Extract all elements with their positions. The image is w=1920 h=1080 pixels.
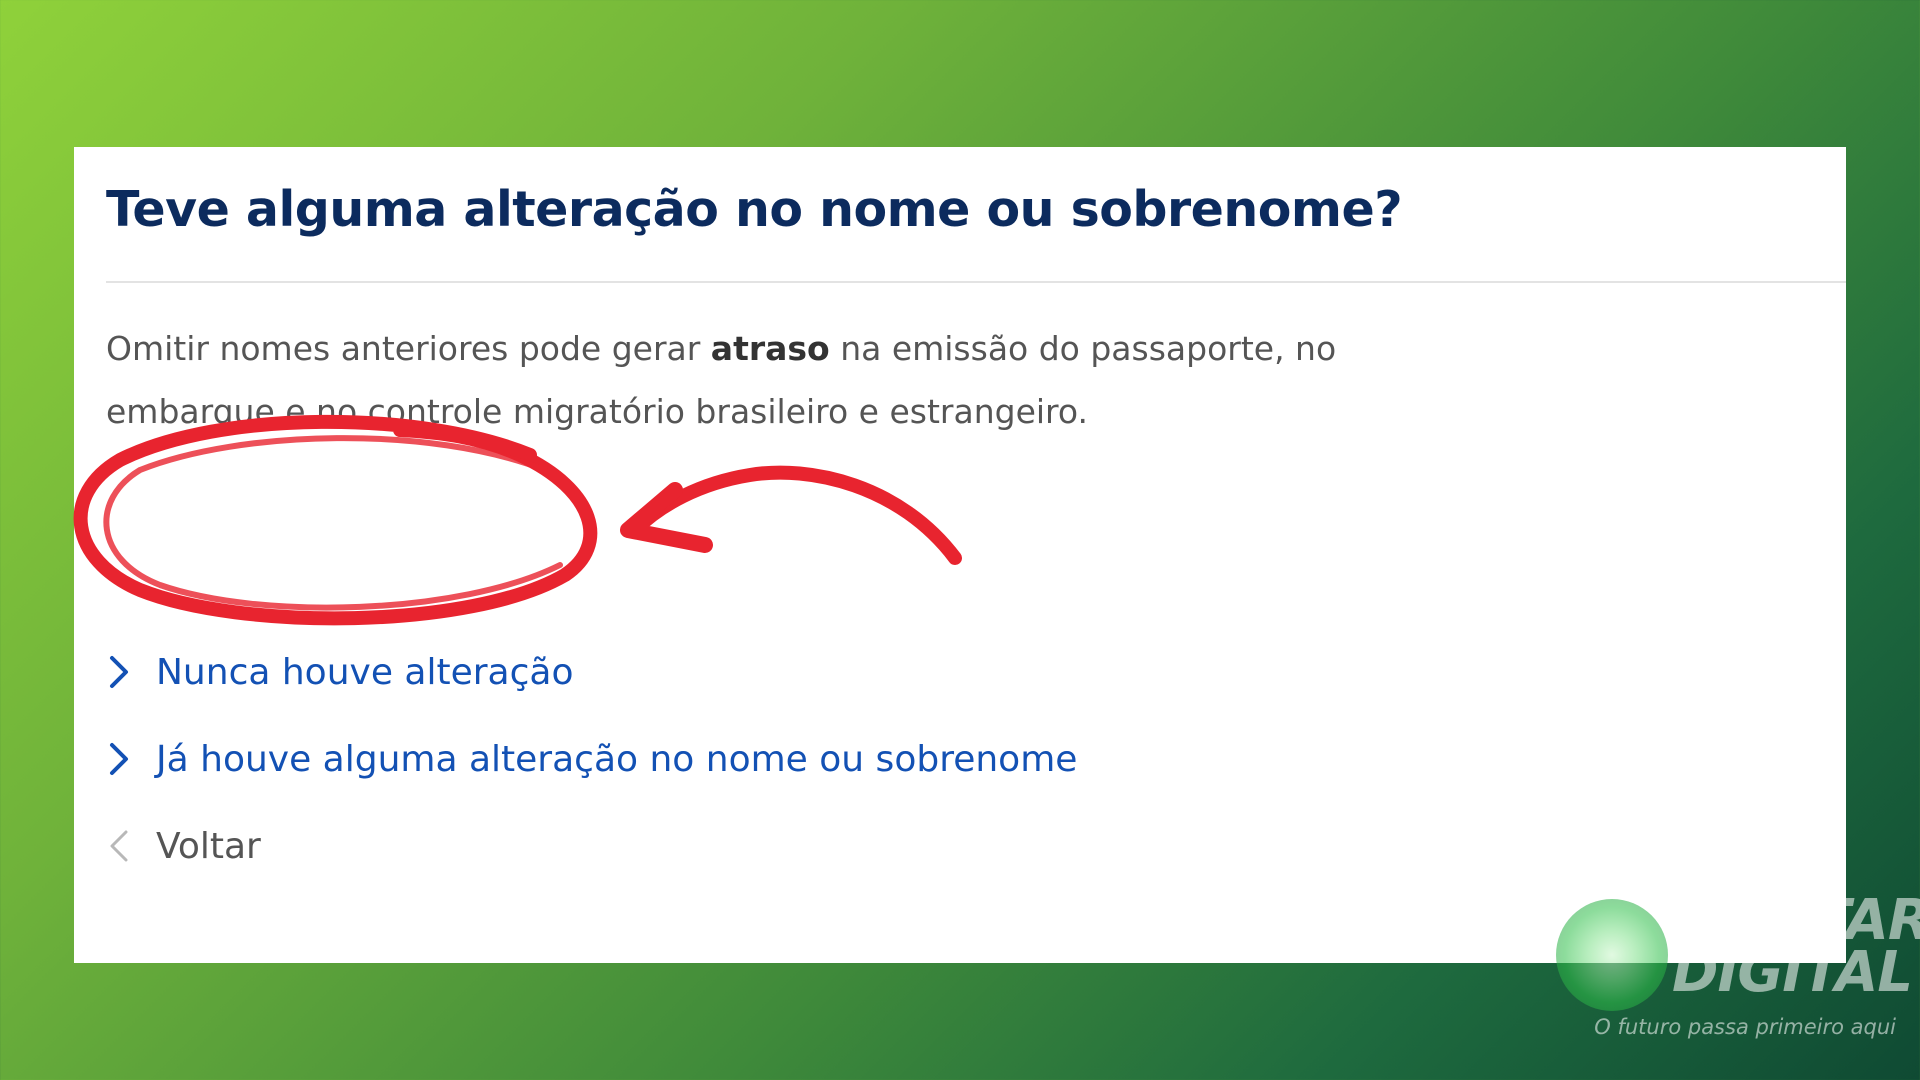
question-card: Teve alguma alteração no nome ou sobreno… [74, 147, 1846, 963]
option-never-changed[interactable]: Nunca houve alteração [106, 642, 1077, 702]
page-title: Teve alguma alteração no nome ou sobreno… [106, 181, 1403, 238]
watermark-brand-line2: DIGITAL [1672, 940, 1913, 1005]
description-emphasis: atraso [710, 329, 830, 368]
description-before: Omitir nomes anteriores pode gerar [106, 329, 711, 368]
options-list: Nunca houve alteração Já houve alguma al… [106, 642, 1077, 903]
chevron-right-icon [110, 656, 128, 688]
back-button-label: Voltar [156, 825, 261, 867]
chevron-left-icon [110, 830, 128, 862]
watermark: MOSTAR DIGITAL O futuro passa primeiro a… [1540, 893, 1920, 1055]
title-divider [106, 281, 1846, 283]
description-text: Omitir nomes anteriores pode gerar atras… [106, 317, 1426, 443]
option-never-changed-label: Nunca houve alteração [156, 651, 574, 693]
back-button[interactable]: Voltar [106, 816, 1077, 876]
option-already-changed[interactable]: Já houve alguma alteração no nome ou sob… [106, 729, 1077, 789]
watermark-slogan: O futuro passa primeiro aqui [1594, 1015, 1896, 1039]
option-already-changed-label: Já houve alguma alteração no nome ou sob… [156, 738, 1078, 780]
watermark-brand: MOSTAR DIGITAL [1672, 893, 1920, 1005]
chevron-right-icon [110, 743, 128, 775]
watermark-logo-icon [1556, 899, 1668, 1011]
